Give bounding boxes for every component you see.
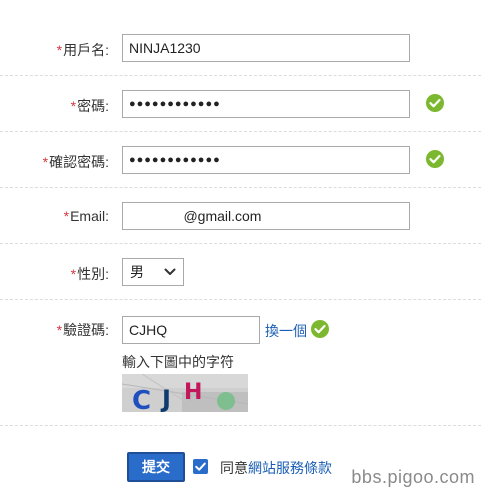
chevron-down-icon [164, 268, 176, 275]
password-label-text: 密碼: [77, 98, 109, 114]
gender-label: *性別: [71, 264, 109, 284]
required-mark: * [70, 98, 77, 114]
captcha-label-text: 驗證碼: [63, 322, 109, 338]
svg-text:J: J [160, 385, 171, 412]
username-row: *用戶名: NINJA1230 [0, 0, 481, 76]
required-mark: * [63, 208, 70, 224]
password-row: *密碼: ●●●●●●●●●●●● [0, 76, 481, 132]
confirm-password-input[interactable]: ●●●●●●●●●●●● [122, 146, 410, 174]
terms-link[interactable]: 網站服務條款 [248, 460, 332, 476]
gender-row: *性別: 男 [0, 244, 481, 300]
checkmark-icon [195, 462, 206, 471]
valid-check-icon [426, 150, 444, 168]
valid-check-icon [311, 320, 329, 338]
email-input[interactable]: @gmail.com [122, 202, 410, 230]
confirm-password-label: *確認密碼: [43, 152, 109, 172]
password-label: *密碼: [71, 96, 109, 116]
email-label-text: Email: [70, 208, 109, 224]
valid-check-icon [426, 94, 444, 112]
gender-label-text: 性別: [77, 266, 109, 282]
captcha-image[interactable]: C J H [122, 374, 248, 412]
refresh-captcha-link[interactable]: 換一個 [265, 321, 307, 341]
required-mark: * [42, 154, 49, 170]
agree-text: 同意網站服務條款 [220, 458, 332, 478]
confirm-password-row: *確認密碼: ●●●●●●●●●●●● [0, 132, 481, 188]
captcha-input[interactable]: CJHQ [122, 316, 260, 344]
captcha-graphic: C J H [122, 374, 248, 412]
username-label: *用戶名: [57, 40, 109, 60]
confirm-password-label-text: 確認密碼: [49, 154, 109, 170]
required-mark: * [70, 266, 77, 282]
required-mark: * [56, 42, 63, 58]
email-row: *Email: @gmail.com [0, 188, 481, 244]
svg-text:C: C [132, 386, 151, 412]
gender-selected-value: 男 [130, 264, 144, 280]
email-label: *Email: [64, 208, 109, 224]
username-input[interactable]: NINJA1230 [122, 34, 410, 62]
username-label-text: 用戶名: [63, 42, 109, 58]
captcha-label: *驗證碼: [57, 320, 109, 340]
password-input[interactable]: ●●●●●●●●●●●● [122, 90, 410, 118]
agree-prefix: 同意 [220, 460, 248, 476]
required-mark: * [56, 322, 63, 338]
gender-select[interactable]: 男 [122, 258, 184, 286]
submit-button[interactable]: 提交 [127, 452, 185, 482]
svg-text:H: H [184, 380, 202, 405]
watermark: bbs.pigoo.com [351, 467, 475, 487]
agree-checkbox[interactable] [193, 459, 208, 474]
captcha-hint: 輸入下圖中的字符 [122, 354, 234, 370]
